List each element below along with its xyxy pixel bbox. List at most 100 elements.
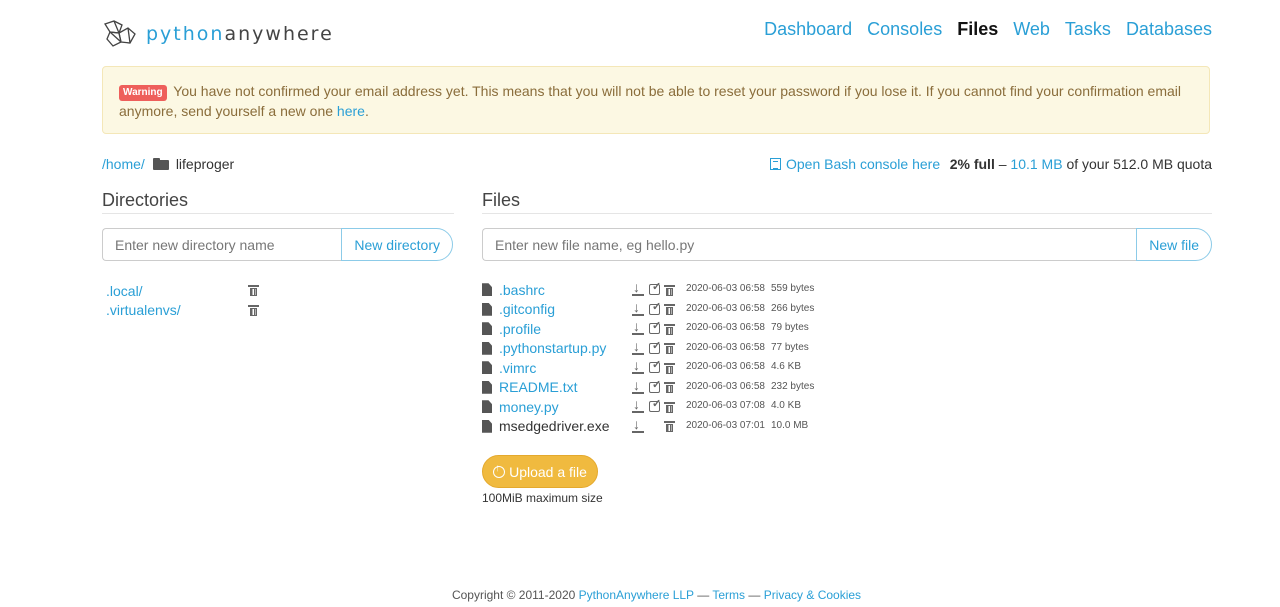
file-meta: 2020-06-03 06:58 4.6 KB: [686, 361, 801, 372]
directories-title: Directories: [102, 190, 189, 210]
nav-databases[interactable]: Databases: [1126, 19, 1212, 40]
edit-icon[interactable]: [649, 378, 661, 393]
file-icon: [482, 419, 492, 433]
footer-terms-link[interactable]: Terms: [712, 588, 745, 602]
trash-icon[interactable]: [664, 421, 675, 432]
file-actions: [632, 299, 675, 316]
file-link[interactable]: .pythonstartup.py: [499, 340, 634, 356]
new-file-button[interactable]: New file: [1136, 228, 1212, 261]
nav-files[interactable]: Files: [957, 19, 998, 40]
resend-confirmation-link[interactable]: here: [337, 103, 365, 119]
file-size: 559 bytes: [770, 283, 815, 294]
file-actions: [632, 377, 675, 394]
file-actions: [632, 318, 675, 335]
file-link[interactable]: .profile: [499, 321, 634, 337]
download-icon[interactable]: [632, 377, 644, 394]
file-link[interactable]: .gitconfig: [499, 301, 634, 317]
file-date: 2020-06-03 06:58: [686, 341, 765, 353]
file-link[interactable]: money.py: [499, 399, 634, 415]
edit-icon[interactable]: [649, 397, 661, 412]
nav-web[interactable]: Web: [1013, 19, 1050, 40]
file-icon: [482, 283, 492, 297]
edit-icon[interactable]: [649, 300, 661, 315]
file-date: 2020-06-03 07:01: [686, 419, 765, 431]
file-size: 77 bytes: [770, 341, 809, 353]
file-link[interactable]: README.txt: [499, 379, 634, 395]
footer: Copyright © 2011-2020 PythonAnywhere LLP…: [0, 588, 1280, 602]
warning-text: You have not confirmed your email addres…: [119, 83, 1182, 119]
download-icon[interactable]: [632, 279, 644, 296]
new-file-input[interactable]: [482, 228, 1137, 261]
download-icon[interactable]: [632, 357, 644, 374]
file-row: msedgedriver.exe 2020-06-03 07:01 10.0 MB: [482, 416, 808, 437]
file-icon: [482, 341, 492, 355]
edit-icon[interactable]: [649, 319, 661, 334]
open-bash-console-link[interactable]: Open Bash console here: [770, 156, 940, 172]
file-row: money.py 2020-06-03 07:08 4.0 KB: [482, 396, 801, 417]
footer-sep: —: [697, 588, 710, 602]
edit-icon[interactable]: [649, 358, 661, 373]
list-item: .virtualenvs/: [106, 301, 266, 321]
trash-icon[interactable]: [664, 284, 675, 296]
download-icon[interactable]: [632, 338, 644, 355]
file-meta: 2020-06-03 06:58 232 bytes: [686, 381, 814, 392]
file-icon: [482, 380, 492, 394]
upload-label: Upload a file: [509, 463, 587, 480]
file-meta: 2020-06-03 06:58 266 bytes: [686, 303, 814, 314]
new-directory-button[interactable]: New directory: [341, 228, 453, 261]
quota-percent: 2% full: [949, 156, 995, 172]
directory-list: .local/ .virtualenvs/: [106, 281, 266, 320]
file-actions: [632, 357, 675, 374]
footer-company-link[interactable]: PythonAnywhere LLP: [579, 588, 694, 602]
footer-copyright: Copyright © 2011-2020: [451, 588, 576, 602]
edit-icon[interactable]: [649, 280, 661, 295]
trash-icon[interactable]: [664, 323, 675, 335]
file-row: .gitconfig 2020-06-03 06:58 266 bytes: [482, 299, 814, 320]
files-divider: [482, 213, 1212, 214]
trash-icon[interactable]: [664, 343, 675, 354]
quota-used: 10.1 MB: [1010, 156, 1063, 172]
trash-icon[interactable]: [664, 401, 675, 413]
trash-icon[interactable]: [664, 382, 675, 393]
upload-icon: [493, 463, 506, 478]
list-item: .local/: [106, 281, 266, 301]
file-link[interactable]: .vimrc: [499, 360, 634, 376]
edit-icon[interactable]: [649, 339, 661, 354]
warning-suffix: .: [364, 103, 369, 119]
download-icon[interactable]: [632, 416, 644, 433]
email-warning-alert: Warning You have not confirmed your emai…: [102, 66, 1210, 134]
file-row: .pythonstartup.py 2020-06-03 06:58 77 byte…: [482, 338, 809, 359]
upload-file-button[interactable]: Upload a file: [482, 455, 598, 488]
logo[interactable]: pythonanywhere: [102, 18, 334, 50]
trash-icon[interactable]: [664, 362, 675, 374]
file-row: .vimrc 2020-06-03 06:58 4.6 KB: [482, 357, 801, 378]
download-icon[interactable]: [632, 318, 644, 335]
quota-status: 2% full – 10.1 MB of your 512.0 MB quota: [950, 156, 1212, 172]
download-icon[interactable]: [632, 299, 644, 316]
new-directory-input[interactable]: [102, 228, 342, 261]
file-meta: 2020-06-03 06:58 77 bytes: [686, 342, 809, 353]
file-link[interactable]: msedgedriver.exe: [499, 418, 634, 434]
file-link[interactable]: .bashrc: [499, 282, 634, 298]
directory-link[interactable]: .virtualenvs/: [106, 302, 181, 318]
file-date: 2020-06-03 06:58: [686, 302, 765, 314]
snake-logo-icon: [104, 20, 136, 47]
trash-icon[interactable]: [248, 304, 259, 316]
footer-sep: —: [748, 588, 761, 602]
file-actions: [632, 416, 675, 433]
breadcrumb-home[interactable]: /home/: [102, 156, 145, 172]
trash-icon[interactable]: [248, 285, 259, 296]
quota-rest: of your 512.0 MB quota: [1062, 156, 1212, 172]
file-size: 232 bytes: [770, 380, 815, 392]
file-date: 2020-06-03 06:58: [686, 283, 765, 294]
footer-privacy-link[interactable]: Privacy & Cookies: [764, 588, 861, 602]
nav-tasks[interactable]: Tasks: [1065, 19, 1111, 40]
trash-icon[interactable]: [664, 304, 675, 315]
file-actions: [632, 338, 675, 355]
directory-link[interactable]: .local/: [106, 283, 143, 299]
nav-consoles[interactable]: Consoles: [867, 19, 942, 40]
breadcrumb: /home/ lifeproger: [102, 156, 234, 172]
download-icon[interactable]: [632, 396, 644, 413]
new-directory-group: New directory: [102, 228, 453, 261]
nav-dashboard[interactable]: Dashboard: [764, 19, 852, 40]
